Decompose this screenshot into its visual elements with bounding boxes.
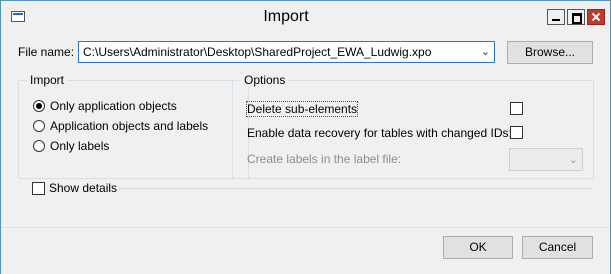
option-only-application-objects-label[interactable]: Only application objects <box>50 99 177 113</box>
option-only-labels-label[interactable]: Only labels <box>50 139 109 153</box>
minimize-icon[interactable] <box>547 9 565 25</box>
ok-button[interactable]: OK <box>443 236 513 259</box>
browse-button[interactable]: Browse... <box>507 41 593 64</box>
dialog-title: Import <box>263 8 309 25</box>
maximize-icon[interactable] <box>567 9 585 25</box>
chevron-down-icon[interactable]: ⌄ <box>481 45 490 58</box>
chevron-down-icon: ⌄ <box>568 154 578 166</box>
option-application-objects-and-labels-label[interactable]: Application objects and labels <box>50 119 208 133</box>
file-name-combobox[interactable]: C:\Users\Administrator\Desktop\SharedPro… <box>78 41 495 63</box>
label-file-label: Create labels in the label file: <box>247 152 402 166</box>
show-details-label[interactable]: Show details <box>49 181 117 195</box>
radio-only-application-objects[interactable] <box>33 100 45 112</box>
close-icon[interactable] <box>587 9 605 25</box>
delete-sub-elements-checkbox[interactable] <box>510 102 523 115</box>
import-group-title: Import <box>27 73 68 87</box>
radio-application-objects-and-labels[interactable] <box>33 120 45 132</box>
show-details-divider <box>119 188 592 189</box>
import-dialog: Import File name: C:\Users\Administrator… <box>0 0 611 274</box>
cancel-button[interactable]: Cancel <box>522 236 593 259</box>
data-recovery-checkbox[interactable] <box>510 126 523 139</box>
label-file-combobox: ⌄ <box>509 148 583 171</box>
options-group-title: Options <box>241 73 289 87</box>
file-name-value[interactable]: C:\Users\Administrator\Desktop\SharedPro… <box>83 45 431 59</box>
radio-only-labels[interactable] <box>33 140 45 152</box>
show-details-checkbox[interactable] <box>32 182 45 195</box>
dialog-footer: OK Cancel <box>1 227 610 274</box>
title-bar[interactable]: Import <box>1 1 610 31</box>
file-name-label: File name: <box>18 45 75 59</box>
delete-sub-elements-label[interactable]: Delete sub-elements <box>245 101 359 117</box>
data-recovery-label[interactable]: Enable data recovery for tables with cha… <box>247 126 512 140</box>
